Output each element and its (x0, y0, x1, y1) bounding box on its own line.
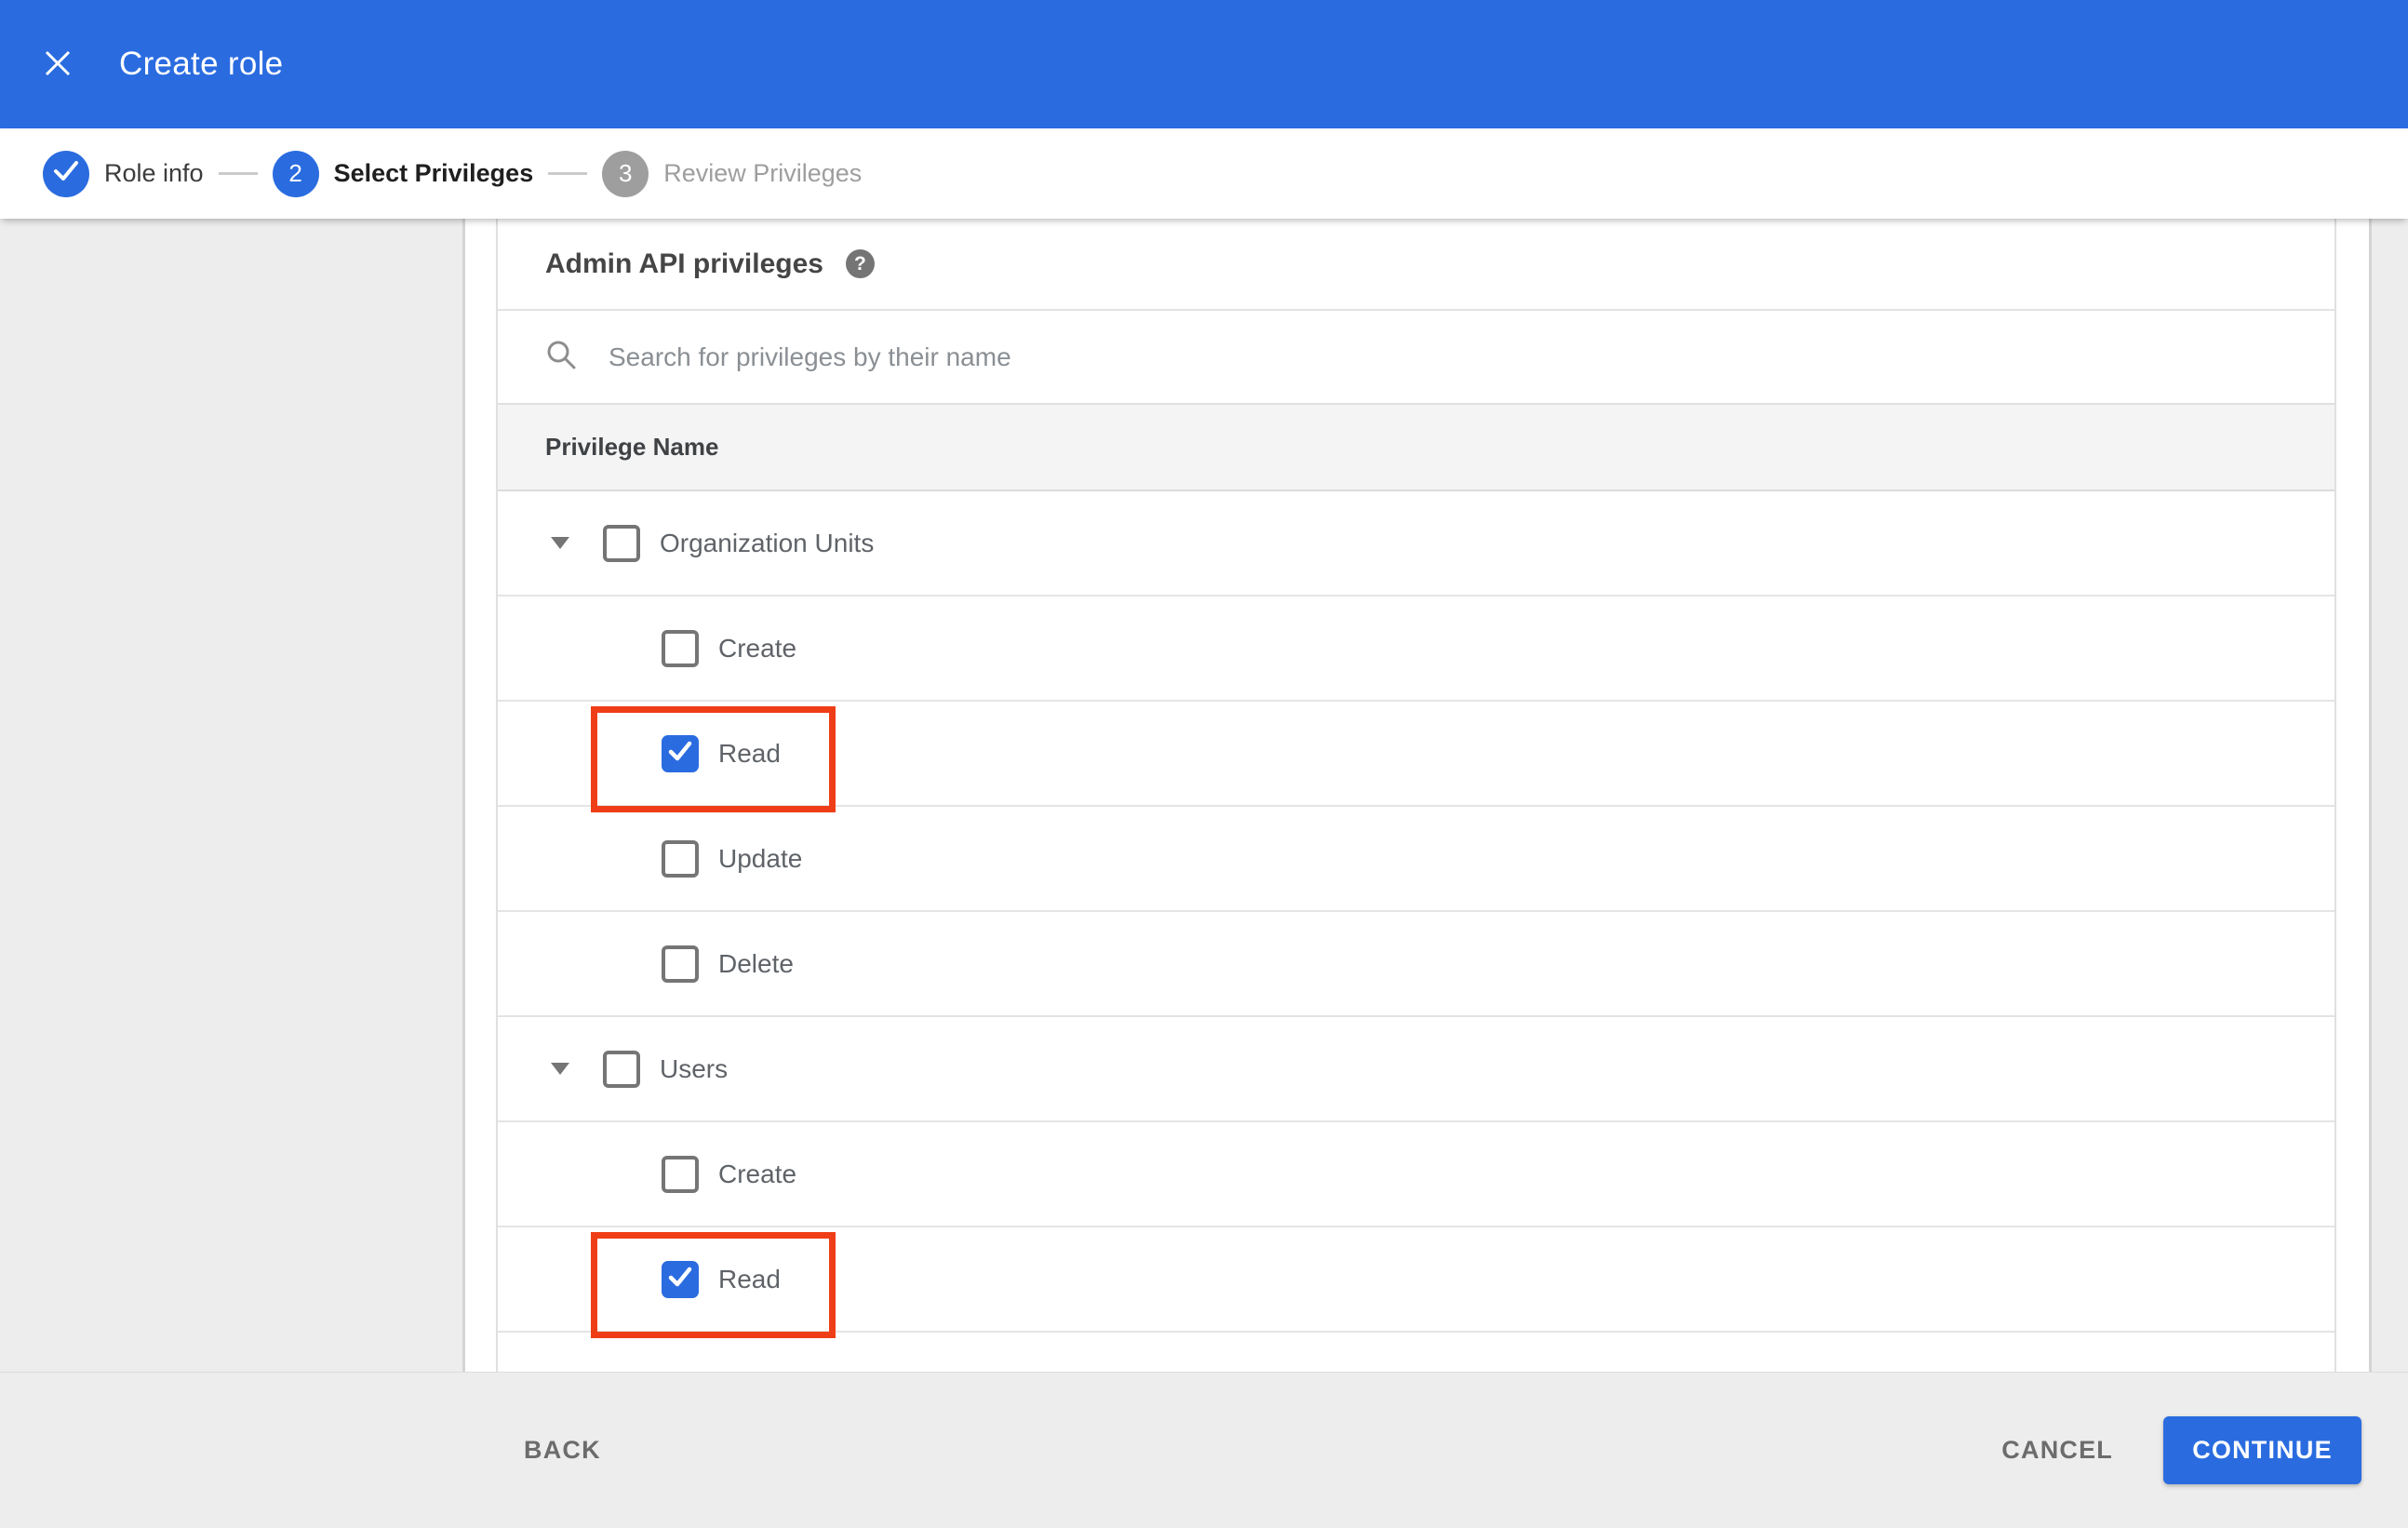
step-number-circle: 3 (602, 150, 649, 197)
checkbox-read-checked[interactable] (662, 732, 699, 774)
privilege-row-organization-units[interactable]: Organization Units (498, 491, 2334, 596)
step-number-circle: 2 (272, 150, 319, 197)
checkbox-organization-units[interactable] (603, 524, 640, 562)
privilege-row-update[interactable]: Update (498, 807, 2334, 912)
privilege-row-users[interactable]: Users (498, 1017, 2334, 1122)
checkbox-create[interactable] (662, 629, 699, 667)
checkbox-users-create[interactable] (662, 1155, 699, 1193)
checkbox-update[interactable] (662, 839, 699, 878)
section-heading-row: Admin API privileges (498, 219, 2334, 311)
checkbox-users-read-checked[interactable] (662, 1258, 699, 1300)
close-button[interactable] (41, 47, 74, 81)
dialog-title: Create role (119, 46, 284, 82)
dialog-body: Admin API privileges Privilege Name Orga… (0, 219, 2408, 1372)
privilege-label: Delete (718, 948, 794, 978)
step-label: Select Privileges (333, 159, 534, 187)
left-sidebar (0, 219, 465, 1372)
column-header-privilege-name: Privilege Name (545, 433, 719, 461)
collapse-triangle-icon[interactable] (551, 1063, 569, 1075)
close-icon (42, 47, 74, 82)
privilege-row-read[interactable]: Read (498, 702, 2334, 812)
annotation-highlight-box (591, 1232, 836, 1338)
privilege-label: Read (718, 738, 781, 768)
collapse-triangle-icon[interactable] (551, 537, 569, 549)
step-complete-circle (43, 150, 89, 197)
step-role-info[interactable]: Role info (43, 150, 204, 197)
search-row (498, 311, 2334, 403)
annotation-highlight-box (591, 706, 836, 812)
footer-actions: CANCEL CONTINUE (2001, 1416, 2361, 1484)
right-gutter (2369, 219, 2408, 1372)
privilege-label: Users (660, 1053, 729, 1083)
search-input[interactable] (607, 341, 2334, 373)
dialog-header: Create role (0, 0, 2408, 128)
privilege-row-users-read[interactable]: Read (498, 1227, 2334, 1338)
step-label: Review Privileges (663, 159, 863, 187)
table-header-row: Privilege Name (498, 403, 2334, 491)
checkbox-users[interactable] (603, 1050, 640, 1088)
privilege-label: Create (718, 633, 797, 663)
step-label: Role info (104, 159, 204, 187)
cancel-button[interactable]: CANCEL (2001, 1436, 2113, 1465)
search-icon (543, 337, 579, 377)
back-button[interactable]: BACK (524, 1436, 601, 1465)
checkmark-icon (662, 732, 699, 774)
stepper-connector (548, 172, 588, 175)
step-review-privileges[interactable]: 3 Review Privileges (602, 150, 863, 197)
checkmark-icon (662, 1258, 699, 1300)
step-select-privileges[interactable]: 2 Select Privileges (272, 150, 534, 197)
help-icon[interactable] (845, 249, 875, 278)
privilege-label: Update (718, 843, 803, 873)
privilege-row-users-create[interactable]: Create (498, 1122, 2334, 1227)
check-icon (43, 147, 89, 200)
dialog-footer: BACK CANCEL CONTINUE (0, 1372, 2408, 1528)
stepper: Role info 2 Select Privileges 3 Review P… (0, 128, 2408, 219)
privilege-row-create[interactable]: Create (498, 596, 2334, 702)
privilege-label: Read (718, 1264, 781, 1293)
section-title: Admin API privileges (545, 248, 823, 279)
privilege-label: Create (718, 1159, 797, 1188)
privilege-row-delete[interactable]: Delete (498, 912, 2334, 1017)
continue-button[interactable]: CONTINUE (2163, 1416, 2361, 1484)
stepper-connector (218, 172, 258, 175)
privileges-pane: Admin API privileges Privilege Name Orga… (496, 219, 2336, 1372)
privilege-label: Organization Units (660, 528, 875, 557)
checkbox-delete[interactable] (662, 945, 699, 983)
